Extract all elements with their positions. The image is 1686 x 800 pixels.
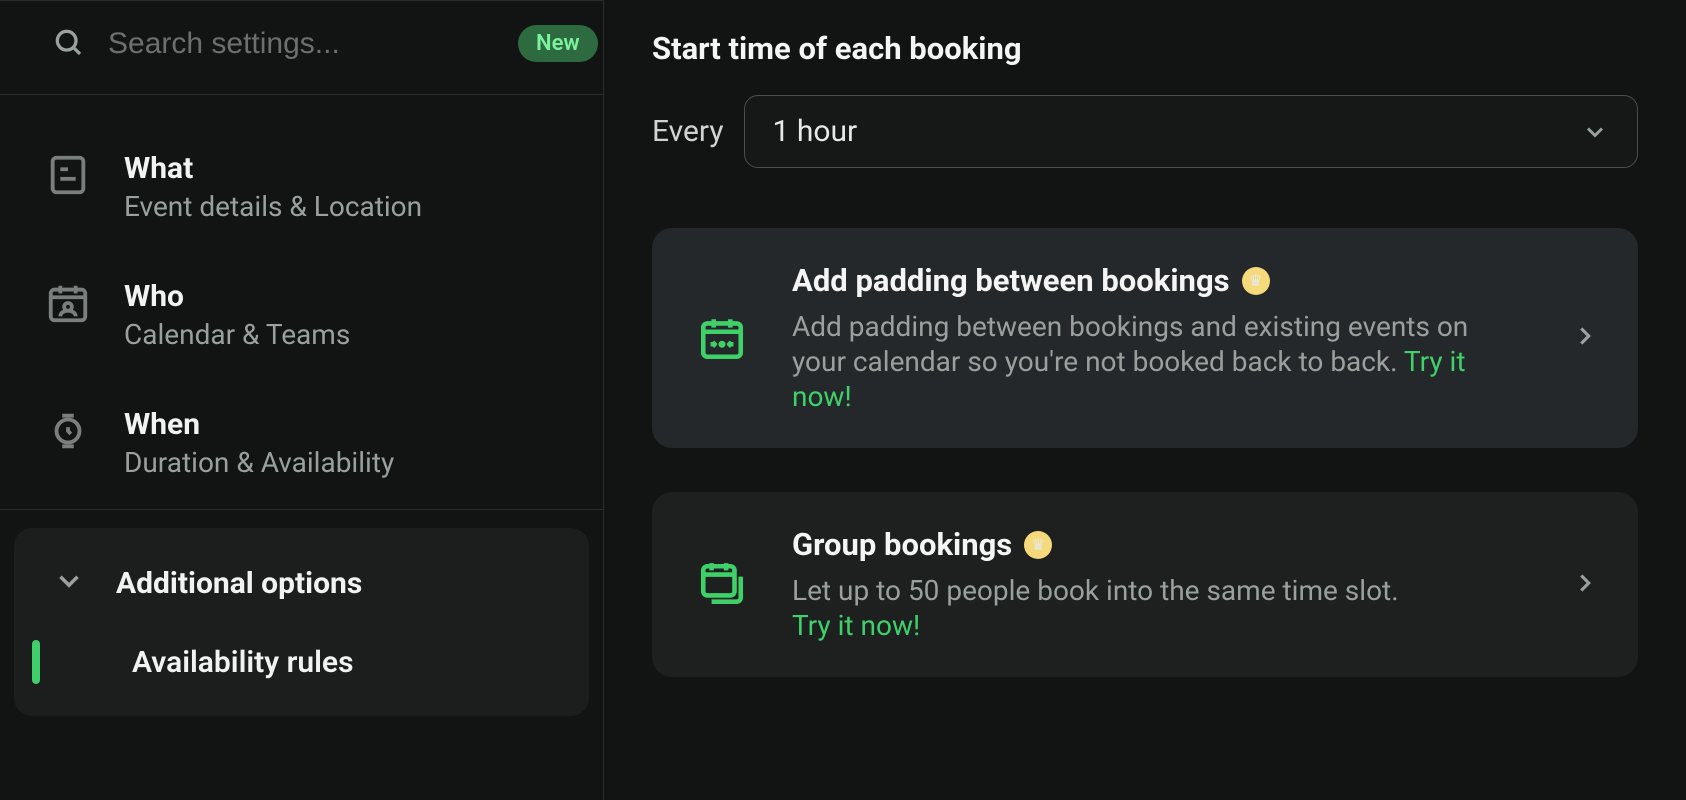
section-title: Start time of each booking — [652, 30, 1638, 67]
nav-title: Who — [124, 279, 350, 314]
sidebar-item-availability-rules[interactable]: Availability rules — [14, 632, 589, 696]
card-description: Add padding between bookings and existin… — [792, 309, 1526, 414]
nav-title: What — [124, 151, 422, 186]
search-icon — [52, 26, 84, 62]
search-input[interactable] — [108, 27, 494, 61]
chevron-right-icon — [1570, 321, 1600, 355]
new-badge: New — [518, 25, 598, 62]
chevron-down-icon — [52, 564, 86, 602]
nav-subtitle: Calendar & Teams — [124, 318, 350, 351]
calendar-person-icon — [44, 279, 92, 327]
watch-icon — [44, 407, 92, 455]
nav-item-who[interactable]: Who Calendar & Teams — [0, 253, 603, 381]
try-it-link[interactable]: Try it now! — [792, 609, 920, 642]
crown-icon: ♛ — [1242, 267, 1270, 295]
nav-item-when[interactable]: When Duration & Availability — [0, 381, 603, 509]
nav-list: What Event details & Location Who Calend… — [0, 95, 603, 510]
active-indicator — [32, 640, 40, 684]
select-value: 1 hour — [773, 114, 858, 149]
card-description: Let up to 50 people book into the same t… — [792, 573, 1526, 643]
sidebar-item-label: Availability rules — [132, 645, 354, 680]
interval-select[interactable]: 1 hour — [744, 95, 1638, 168]
interval-label: Every — [652, 114, 724, 149]
nav-item-what[interactable]: What Event details & Location — [0, 125, 603, 253]
sidebar: New What Event details & Location Who Ca… — [0, 0, 604, 800]
search-row: New — [0, 1, 603, 95]
nav-subtitle: Event details & Location — [124, 190, 422, 223]
crown-icon: ♛ — [1024, 531, 1052, 559]
chevron-down-icon — [1581, 118, 1609, 146]
additional-options-label: Additional options — [116, 566, 362, 601]
card-add-padding[interactable]: Add padding between bookings ♛ Add paddi… — [652, 228, 1638, 448]
additional-options-toggle[interactable]: Additional options — [14, 556, 589, 632]
chevron-right-icon — [1570, 568, 1600, 602]
sub-panel: Additional options Availability rules — [14, 528, 589, 716]
interval-row: Every 1 hour — [652, 95, 1638, 168]
nav-subtitle: Duration & Availability — [124, 446, 394, 479]
main-content: Start time of each booking Every 1 hour … — [604, 0, 1686, 800]
card-group-bookings[interactable]: Group bookings ♛ Let up to 50 people boo… — [652, 492, 1638, 677]
nav-title: When — [124, 407, 394, 442]
card-title: Add padding between bookings — [792, 262, 1230, 299]
calendar-stack-icon — [696, 559, 748, 611]
document-icon — [44, 151, 92, 199]
calendar-padding-icon — [696, 312, 748, 364]
card-title: Group bookings — [792, 526, 1012, 563]
